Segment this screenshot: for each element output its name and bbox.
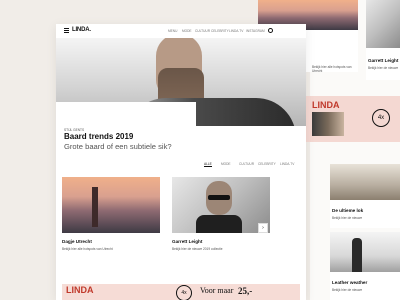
bg-garrett-title: Garrett Leight: [368, 58, 399, 63]
bg-leather-desc: Bekijk hier de nieuwe: [332, 288, 363, 292]
nav-item-mode[interactable]: MODE: [182, 29, 192, 33]
site-logo[interactable]: LINDA.: [72, 27, 91, 33]
card-garrett-title: Garrett Leight: [172, 239, 203, 244]
card-utrecht-title: Dagje Utrecht: [62, 239, 92, 244]
bg-room-desc: Bekijk hier de nieuwe: [332, 216, 363, 220]
bg-card-room[interactable]: De ultieme lok Bekijk hier de nieuwe: [330, 164, 400, 228]
tab-lindatv[interactable]: LINDA.TV: [280, 162, 294, 166]
bg-promo-number: 4x: [372, 109, 390, 127]
bg-card-leather[interactable]: Leather weather Bekijk hier de nieuwe: [330, 232, 400, 300]
bg-utrecht-desc: Bekijk hier alle hotspots van Utrecht: [312, 65, 352, 73]
sunglasses-icon: [208, 195, 230, 200]
tab-alle[interactable]: ALLE: [204, 162, 212, 167]
top-nav: LINDA. MENU MODE CULTUUR CELEBRITY LINDA…: [56, 24, 306, 38]
card-utrecht-desc: Bekijk hier alle hotspots van Utrecht: [62, 247, 113, 251]
main-page-frame: LINDA. MENU MODE CULTUUR CELEBRITY LINDA…: [56, 24, 306, 300]
bg-leather-photo: [330, 232, 400, 272]
bg-room-photo: [330, 164, 400, 200]
bg-garrett-desc: Bekijk hier de nieuwe: [368, 66, 399, 70]
bg-leather-title: Leather weather: [332, 280, 368, 285]
tab-cultuur[interactable]: CULTUUR: [239, 162, 254, 166]
nav-item-lindatv[interactable]: LINDA.TV: [229, 29, 243, 33]
search-icon[interactable]: [268, 28, 273, 33]
bg-card-garrett[interactable]: Garrett Leight Bekijk hier de nieuwe: [366, 0, 400, 80]
bg-garrett-photo: [366, 0, 400, 48]
nav-item-menu[interactable]: MENU: [168, 29, 177, 33]
promo-text: Voor maar: [200, 286, 234, 295]
nav-item-celebrity[interactable]: CELEBRITY: [211, 29, 229, 33]
bg-promo-covers: [312, 112, 344, 136]
nav-item-cultuur[interactable]: CULTUUR: [195, 29, 210, 33]
chevron-right-icon[interactable]: ›: [258, 223, 268, 233]
promo-banner[interactable]: LINDA 4x Voor maar 25,-: [62, 284, 300, 300]
promo-logo: LINDA: [66, 285, 94, 295]
promo-price: 25,-: [238, 286, 253, 296]
card-garrett-shirt: [196, 215, 242, 233]
bg-promo-logo: LINDA: [312, 100, 340, 110]
tab-celebrity[interactable]: CELEBRITY: [258, 162, 276, 166]
card-utrecht-photo: [62, 177, 160, 233]
hamburger-icon[interactable]: [64, 28, 69, 33]
bg-room-title: De ultieme lok: [332, 208, 364, 213]
card-garrett-photo: [172, 177, 270, 233]
card-utrecht-tower: [92, 187, 98, 227]
tab-mode[interactable]: MODE: [221, 162, 231, 166]
bg-promo[interactable]: LINDA 4x: [306, 96, 400, 142]
bg-leather-person: [352, 238, 362, 272]
hero-subtitle: Grote baard of een subtiele sik?: [64, 142, 172, 151]
hero-title[interactable]: Baard trends 2019: [64, 132, 133, 141]
promo-number: 4x: [176, 285, 192, 300]
card-garrett-desc: Bekijk hier de nieuwe 2019 collectie: [172, 247, 223, 251]
nav-item-instagram[interactable]: INSTAGRAM: [246, 29, 265, 33]
